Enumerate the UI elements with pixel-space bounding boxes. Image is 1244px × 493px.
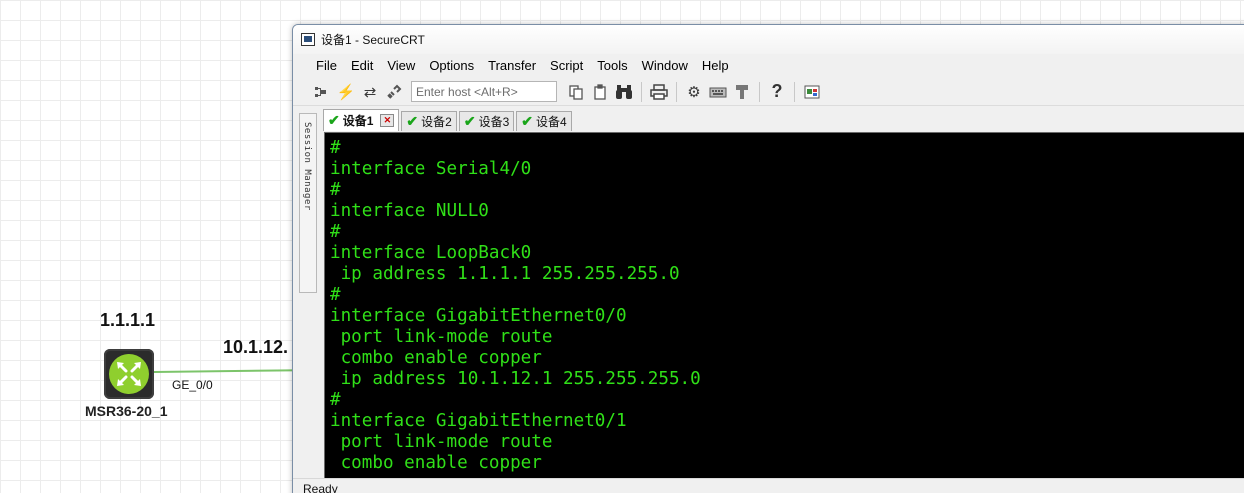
toolbar-separator <box>759 81 760 102</box>
terminal-line: interface GigabitEthernet0/0 <box>330 306 627 326</box>
session-tabs: ✔ 设备1 ✕ ✔ 设备2 ✔ 设备3 ✔ 设备4 <box>323 109 574 131</box>
check-icon: ✔ <box>463 113 476 129</box>
terminal-line: # <box>330 138 341 158</box>
host-input[interactable] <box>411 81 557 102</box>
find-icon[interactable] <box>613 81 635 103</box>
connect-tree-icon[interactable] <box>311 81 333 103</box>
toolbar-separator <box>676 81 677 102</box>
menu-transfer[interactable]: Transfer <box>481 54 543 78</box>
terminal-line: port link-mode route <box>330 432 553 452</box>
sftp-icon[interactable] <box>731 81 753 103</box>
terminal-line: port link-mode route <box>330 327 553 347</box>
tab-device2[interactable]: ✔ 设备2 <box>401 111 457 131</box>
link-ip-label: 10.1.12. <box>223 337 289 357</box>
help-icon[interactable]: ? <box>766 81 788 103</box>
terminal-line: # <box>330 222 341 242</box>
app-icon <box>301 33 315 46</box>
router-ip-label: 1.1.1.1 <box>100 310 156 330</box>
window-title: 设备1 - SecureCRT <box>321 33 425 47</box>
tab-device3[interactable]: ✔ 设备3 <box>458 111 515 131</box>
session-manager-tab[interactable]: Session Manager <box>299 113 317 293</box>
terminal-line: ip address 1.1.1.1 255.255.255.0 <box>330 264 680 284</box>
tab-device4[interactable]: ✔ 设备4 <box>516 111 572 131</box>
menu-tools[interactable]: Tools <box>590 54 634 78</box>
tab-label: 设备1 <box>342 114 374 128</box>
port-label: GE_0/0 <box>172 378 213 392</box>
disconnect-icon[interactable] <box>383 81 405 103</box>
terminal-line: # <box>330 285 341 305</box>
terminal-line: combo enable copper <box>330 348 542 368</box>
keymap-icon[interactable] <box>707 81 729 103</box>
copy-icon[interactable] <box>565 81 587 103</box>
router-icon <box>109 354 149 394</box>
tab-label: 设备2 <box>421 115 452 129</box>
terminal-output[interactable]: # interface Serial4/0 # interface NULL0 … <box>324 132 1244 493</box>
toolbar-separator <box>641 81 642 102</box>
terminal-line: # <box>330 180 341 200</box>
terminal-line: combo enable copper <box>330 453 542 473</box>
menu-bar: File Edit View Options Transfer Script T… <box>293 54 1244 78</box>
tab-label: 设备3 <box>478 115 510 129</box>
title-bar[interactable]: 设备1 - SecureCRT <box>293 25 1244 54</box>
toolbar-separator <box>794 81 795 102</box>
toolbar: ⚡ ⇄ ⚙ ? <box>293 78 1244 106</box>
check-icon: ✔ <box>521 113 533 129</box>
terminal-line: interface NULL0 <box>330 201 489 221</box>
check-icon: ✔ <box>406 113 419 129</box>
terminal-line: interface Serial4/0 <box>330 159 532 179</box>
paste-icon[interactable] <box>589 81 611 103</box>
menu-script[interactable]: Script <box>543 54 590 78</box>
reconnect-icon[interactable]: ⇄ <box>359 81 381 103</box>
router-device[interactable] <box>104 349 154 399</box>
tab-device1[interactable]: ✔ 设备1 ✕ <box>323 109 400 131</box>
menu-view[interactable]: View <box>380 54 422 78</box>
menu-options[interactable]: Options <box>422 54 481 78</box>
menu-window[interactable]: Window <box>635 54 695 78</box>
session-area: Session Manager ✔ 设备1 ✕ ✔ 设备2 ✔ 设备3 ✔ 设备… <box>293 107 1244 493</box>
settings-icon[interactable]: ⚙ <box>683 81 705 103</box>
menu-help[interactable]: Help <box>695 54 736 78</box>
menu-file[interactable]: File <box>309 54 344 78</box>
securecrt-window: 设备1 - SecureCRT File Edit View Options T… <box>292 24 1244 493</box>
terminal-line: interface LoopBack0 <box>330 243 532 263</box>
tab-label: 设备4 <box>536 115 567 129</box>
terminal-line: # <box>330 390 341 410</box>
print-icon[interactable] <box>648 81 670 103</box>
terminal-line: ip address 10.1.12.1 255.255.255.0 <box>330 369 701 389</box>
terminal-line: interface GigabitEthernet0/1 <box>330 411 627 431</box>
status-bar: Ready <box>293 478 1244 493</box>
check-icon: ✔ <box>328 112 340 128</box>
close-icon[interactable]: ✕ <box>380 114 395 127</box>
quick-connect-icon[interactable]: ⚡ <box>335 81 357 103</box>
session-manager-label: Session Manager <box>302 122 312 211</box>
router-name-label: MSR36-20_1 <box>85 403 168 419</box>
session-options-icon[interactable] <box>801 81 823 103</box>
link-line[interactable] <box>153 369 301 373</box>
menu-edit[interactable]: Edit <box>344 54 380 78</box>
